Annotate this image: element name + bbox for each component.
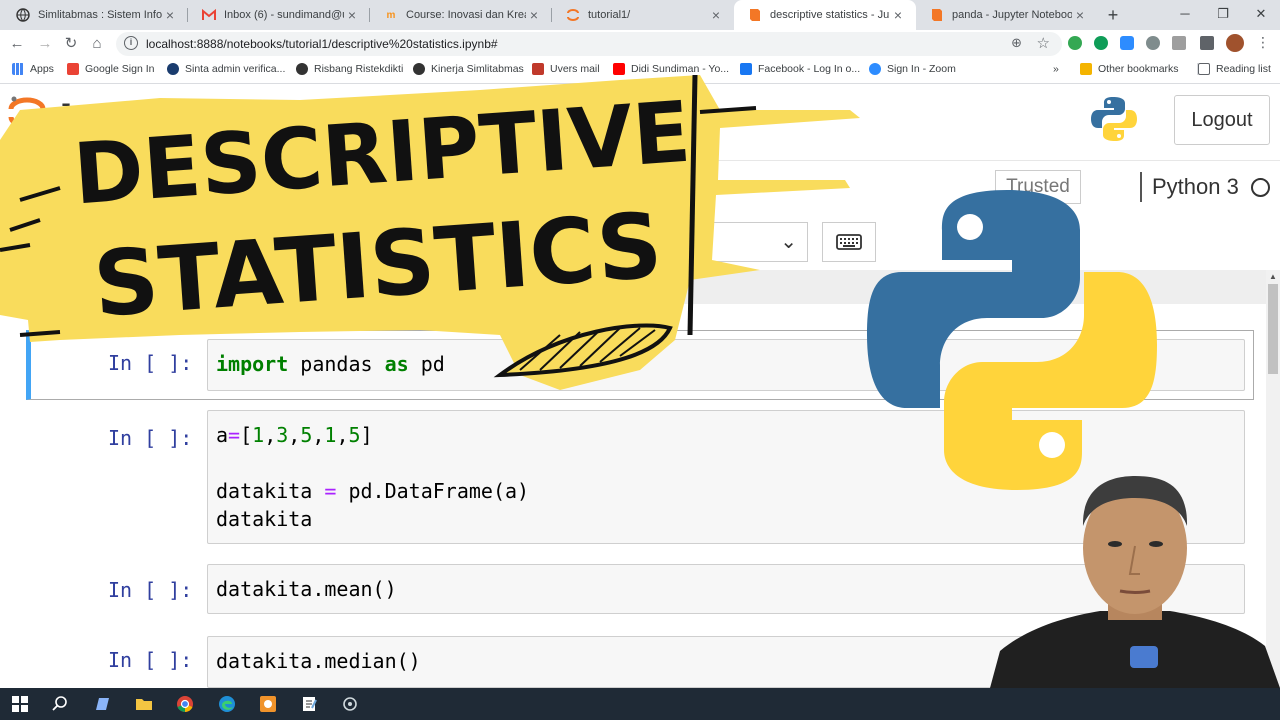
tab-panda[interactable]: panda - Jupyter Notebook × <box>916 0 1098 30</box>
close-icon[interactable]: × <box>890 7 906 23</box>
tab-course[interactable]: m Course: Inovasi dan Kreativit × <box>370 0 552 30</box>
bookmark-label: Sign In - Zoom <box>887 63 956 75</box>
bookmark-zoom[interactable]: Sign In - Zoom <box>869 63 956 75</box>
screen: Simlitabmas : Sistem Informa × Inbox (6)… <box>0 0 1280 720</box>
tab-inbox[interactable]: Inbox (6) - sundimand@uver × <box>188 0 370 30</box>
address-bar[interactable]: i localhost:8888/notebooks/tutorial1/des… <box>116 32 1062 56</box>
logout-button[interactable]: Logout <box>1174 95 1270 145</box>
forward-arrow-icon[interactable]: → <box>34 33 56 55</box>
jupyter-icon <box>566 8 580 22</box>
book-icon <box>930 8 944 22</box>
gmail-icon <box>202 8 216 22</box>
globe-icon <box>16 8 30 22</box>
tab-title: Simlitabmas : Sistem Informa <box>38 9 162 21</box>
extension-icon[interactable] <box>1172 36 1186 50</box>
cell-code[interactable]: datakita.median() <box>216 647 421 675</box>
kernel-idle-icon <box>1251 178 1270 197</box>
tab-tutorial1[interactable]: tutorial1/ × <box>552 0 734 30</box>
file-explorer-icon[interactable] <box>134 694 154 714</box>
cell-code[interactable]: a=[1,3,5,1,5] datakita = pd.DataFrame(a)… <box>216 421 529 533</box>
home-icon[interactable]: ⌂ <box>86 33 108 55</box>
bookmarks-overflow-button[interactable]: » <box>1053 63 1059 75</box>
bookmark-label: Other bookmarks <box>1098 63 1179 75</box>
folder-icon <box>1080 63 1092 75</box>
tab-title: descriptive statistics - Jupyte <box>770 9 890 21</box>
back-arrow-icon[interactable]: ← <box>6 33 28 55</box>
presenter-webcam <box>990 476 1280 688</box>
grammarly-icon[interactable] <box>1094 36 1108 50</box>
tab-title: Inbox (6) - sundimand@uver <box>224 9 344 21</box>
url-text[interactable]: localhost:8888/notebooks/tutorial1/descr… <box>146 37 498 51</box>
browser-tab-strip: Simlitabmas : Sistem Informa × Inbox (6)… <box>0 0 1280 30</box>
zoom-extension-icon[interactable] <box>1120 36 1134 50</box>
browser-toolbar: ← → ↻ ⌂ i localhost:8888/notebooks/tutor… <box>0 30 1280 58</box>
close-icon[interactable]: × <box>344 7 360 23</box>
settings-gear-icon[interactable] <box>340 694 360 714</box>
edge-icon[interactable] <box>217 694 237 714</box>
close-window-button[interactable]: ✕ <box>1242 0 1280 30</box>
close-icon[interactable]: × <box>162 7 178 23</box>
reading-list-icon <box>1198 63 1210 75</box>
zoom-icon[interactable]: ⊕ <box>1011 35 1022 51</box>
search-icon[interactable] <box>50 694 70 714</box>
chrome-icon[interactable] <box>175 694 195 714</box>
moodle-icon: m <box>386 9 396 21</box>
python-logo-icon <box>867 190 1157 490</box>
info-icon[interactable]: i <box>124 36 138 50</box>
puzzle-icon[interactable] <box>1200 36 1214 50</box>
windows-taskbar <box>0 688 1280 720</box>
book-icon <box>748 8 762 22</box>
scrollbar-thumb[interactable] <box>1268 284 1278 374</box>
close-icon[interactable]: × <box>1072 7 1088 23</box>
descriptive-statistics-banner: DESCRIPTIVE STATISTICS <box>0 74 860 390</box>
app-orange-icon[interactable] <box>258 694 278 714</box>
bookmark-label: Reading list <box>1216 63 1271 75</box>
other-bookmarks[interactable]: Other bookmarks <box>1080 63 1179 75</box>
close-icon[interactable]: × <box>526 7 542 23</box>
notepad-icon[interactable] <box>299 694 319 714</box>
avatar[interactable] <box>1226 34 1244 52</box>
reload-icon[interactable]: ↻ <box>60 33 82 55</box>
new-tab-button[interactable]: + <box>1102 4 1124 26</box>
scroll-up-icon[interactable]: ▲ <box>1269 272 1277 281</box>
close-icon[interactable]: × <box>708 7 724 23</box>
python-logo-icon <box>1091 97 1137 141</box>
task-view-icon[interactable] <box>92 694 112 714</box>
extension-icon[interactable] <box>1068 36 1082 50</box>
tab-title: Course: Inovasi dan Kreativit <box>406 9 526 21</box>
tab-title: tutorial1/ <box>588 9 631 21</box>
tab-simlitabmas[interactable]: Simlitabmas : Sistem Informa × <box>2 0 188 30</box>
reading-list[interactable]: Reading list <box>1197 63 1271 75</box>
minimize-button[interactable]: ─ <box>1166 0 1204 30</box>
tab-title: panda - Jupyter Notebook <box>952 9 1072 21</box>
bookmark-star-icon[interactable]: ☆ <box>1037 34 1050 52</box>
windows-start-icon[interactable] <box>10 694 30 714</box>
extension-icon[interactable] <box>1146 36 1160 50</box>
kernel-name[interactable]: Python 3 <box>1152 174 1239 200</box>
more-menu-icon[interactable]: ⋮ <box>1256 34 1270 51</box>
cell-code[interactable]: datakita.mean() <box>216 575 397 603</box>
maximize-button[interactable]: ❐ <box>1204 0 1242 30</box>
tab-descriptive-statistics[interactable]: descriptive statistics - Jupyte × <box>734 0 916 30</box>
